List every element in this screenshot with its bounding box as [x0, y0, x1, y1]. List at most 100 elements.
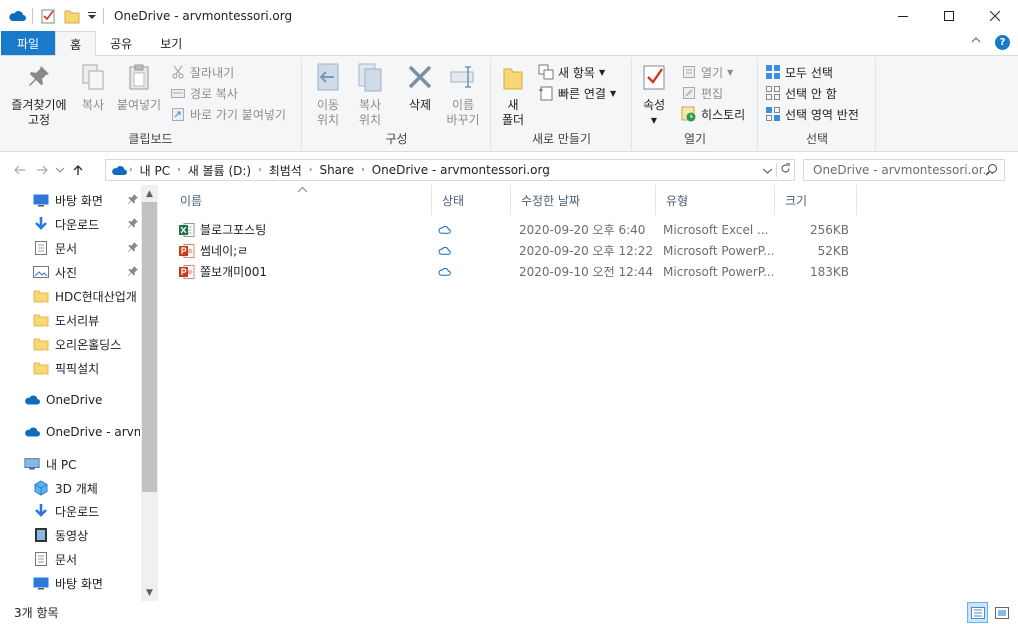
new-folder-button[interactable]: 새 폴더: [498, 62, 528, 128]
paste-shortcut-button[interactable]: 바로 가기 붙여넣기: [170, 104, 286, 124]
scrollbar-thumb[interactable]: [142, 202, 157, 492]
column-header-modified[interactable]: 수정한 날짜: [511, 185, 656, 215]
nav-onedrive[interactable]: OneDrive: [0, 389, 140, 411]
rename-label: 이름 바꾸기: [446, 98, 480, 127]
breadcrumb-separator-icon[interactable]: ›: [309, 165, 313, 175]
tab-file[interactable]: 파일: [1, 31, 56, 55]
address-history-dropdown-icon[interactable]: [758, 164, 776, 177]
address-bar[interactable]: › 내 PC › 새 볼륨 (D:) › 최범석 › Share › OneDr…: [105, 159, 795, 181]
minimize-button[interactable]: [880, 0, 926, 31]
navigation-scrollbar[interactable]: ▲ ▼: [141, 185, 158, 601]
nav-quick-access-item[interactable]: 문서: [0, 237, 140, 259]
up-button[interactable]: [67, 159, 89, 181]
column-header-size[interactable]: 크기: [775, 185, 857, 215]
edit-button[interactable]: 편집: [681, 83, 723, 103]
customize-toolbar-dropdown-icon[interactable]: [87, 7, 97, 25]
properties-check-icon[interactable]: [39, 7, 57, 25]
easy-access-button[interactable]: 빠른 연결 ▼: [538, 83, 616, 103]
details-view-icon[interactable]: [967, 602, 988, 623]
pinned-icon[interactable]: [128, 241, 138, 255]
invert-selection-button[interactable]: 선택 영역 반전: [765, 104, 859, 124]
file-type: Microsoft Excel ...: [663, 222, 769, 237]
nav-quick-access-item[interactable]: 사진: [0, 261, 140, 283]
breadcrumb-separator-icon[interactable]: ›: [361, 165, 365, 175]
maximize-button[interactable]: [926, 0, 972, 31]
nav-quick-access-item[interactable]: 다운로드: [0, 213, 140, 235]
item-count: 3개 항목: [14, 606, 59, 620]
copy-path-button[interactable]: 경로 복사: [170, 83, 238, 103]
column-header-status[interactable]: 상태: [432, 185, 511, 215]
history-button[interactable]: 히스토리: [681, 104, 745, 124]
tab-home[interactable]: 홈: [55, 31, 97, 56]
file-name-cell[interactable]: 쫄보개미001: [179, 261, 429, 282]
paste-button[interactable]: 붙여넣기: [113, 62, 165, 113]
paste-shortcut-icon: [170, 106, 186, 122]
breadcrumb-user-folder[interactable]: 최범석: [269, 162, 302, 179]
new-folder-icon[interactable]: [63, 7, 81, 25]
nav-quick-access-item[interactable]: 픽픽설치: [0, 357, 140, 379]
file-row[interactable]: 썸네이;ㄹ 2020-09-20 오후 12:22 Microsoft PowerP…: [170, 240, 860, 261]
file-name-cell[interactable]: 썸네이;ㄹ: [179, 240, 429, 261]
nav-pc-item[interactable]: 문서: [0, 548, 140, 570]
breadcrumb-separator-icon[interactable]: ›: [177, 165, 181, 175]
select-all-button[interactable]: 모두 선택: [765, 62, 833, 82]
nav-quick-access-item[interactable]: 바탕 화면: [0, 189, 140, 211]
back-button[interactable]: [9, 159, 31, 181]
copy-button[interactable]: 복사: [78, 62, 108, 113]
copy-to-button[interactable]: 복사 위치: [353, 62, 387, 128]
nav-pc-item[interactable]: 바탕 화면: [0, 572, 140, 594]
file-row[interactable]: 쫄보개미001 2020-09-10 오전 12:44 Microsoft Powe…: [170, 261, 860, 282]
nav-onedrive-org[interactable]: OneDrive - arvmo: [0, 421, 140, 443]
breadcrumb-this-pc[interactable]: 내 PC: [140, 162, 170, 179]
large-icons-view-icon[interactable]: [991, 602, 1012, 623]
scroll-up-arrow-icon[interactable]: ▲: [141, 185, 158, 202]
nav-pc-item[interactable]: 동영상: [0, 524, 140, 546]
new-item-button[interactable]: 새 항목 ▼: [538, 62, 605, 82]
cut-button[interactable]: 잘라내기: [170, 62, 234, 82]
tab-view[interactable]: 보기: [146, 31, 196, 55]
file-name-cell[interactable]: 블로그포스팅: [179, 219, 429, 240]
file-list: 이름 상태 수정한 날짜 유형 크기 블로그포스팅 2020-09-20 오후 6…: [170, 185, 1018, 601]
column-header-type[interactable]: 유형: [656, 185, 775, 215]
3d-objects-icon: [33, 480, 49, 496]
rename-button[interactable]: 이름 바꾸기: [443, 62, 483, 128]
select-none-button[interactable]: 선택 안 함: [765, 83, 837, 103]
nav-pc-item[interactable]: 다운로드: [0, 500, 140, 522]
move-to-button[interactable]: 이동 위치: [311, 62, 345, 128]
recent-locations-dropdown-icon[interactable]: [53, 159, 67, 181]
nav-quick-access-item[interactable]: 도서리뷰: [0, 309, 140, 331]
nav-item-label: 다운로드: [55, 504, 100, 519]
file-row[interactable]: 블로그포스팅 2020-09-20 오후 6:40 Microsoft Excel …: [170, 219, 860, 240]
pinned-icon[interactable]: [128, 217, 138, 231]
ribbon-tab-controls: ?: [971, 35, 1010, 50]
breadcrumb-separator-icon[interactable]: ›: [258, 165, 262, 175]
delete-button[interactable]: 삭제: [403, 62, 437, 113]
breadcrumb-separator-icon[interactable]: ›: [129, 165, 133, 175]
nav-this-pc[interactable]: 내 PC: [0, 453, 140, 475]
search-box[interactable]: OneDrive - arvmontessori.or...: [803, 159, 1005, 181]
breadcrumb-drive-d[interactable]: 새 볼륨 (D:): [188, 162, 251, 179]
breadcrumb-share[interactable]: Share: [319, 163, 354, 177]
pinned-icon[interactable]: [128, 193, 138, 207]
properties-button[interactable]: 속성 ▼: [639, 62, 669, 128]
nav-item-label: 도서리뷰: [55, 313, 100, 328]
breadcrumb-onedrive-org[interactable]: OneDrive - arvmontessori.org: [372, 163, 550, 177]
help-icon[interactable]: ?: [995, 35, 1010, 50]
scroll-down-arrow-icon[interactable]: ▼: [141, 584, 158, 601]
nav-quick-access-item[interactable]: HDC현대산업개: [0, 285, 140, 307]
collapse-ribbon-icon[interactable]: [971, 35, 981, 50]
refresh-icon[interactable]: [776, 163, 794, 177]
file-modified: 2020-09-20 오후 6:40: [519, 223, 646, 237]
close-button[interactable]: [972, 0, 1018, 31]
column-header-name[interactable]: 이름: [170, 185, 432, 215]
download-icon: [33, 503, 49, 519]
tab-share[interactable]: 공유: [96, 31, 146, 55]
nav-pc-item[interactable]: 3D 개체: [0, 477, 140, 499]
pin-quick-access-button[interactable]: 즐겨찾기에 고정: [6, 62, 72, 128]
pinned-icon[interactable]: [128, 265, 138, 279]
scissors-icon: [170, 64, 186, 80]
nav-quick-access-item[interactable]: 오리온홀딩스: [0, 333, 140, 355]
forward-button[interactable]: [31, 159, 53, 181]
new-group: 새 폴더 새 항목 ▼ 빠른 연결 ▼ 새로 만들기: [492, 58, 632, 150]
open-button[interactable]: 열기 ▼: [681, 62, 733, 82]
